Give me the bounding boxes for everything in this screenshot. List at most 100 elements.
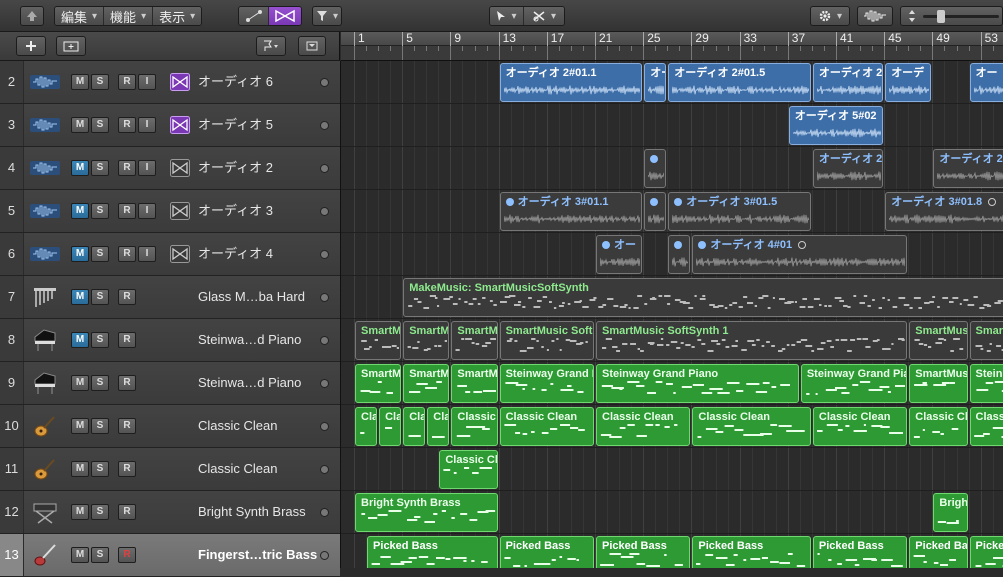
- track-lane[interactable]: [341, 104, 1003, 147]
- audio-region[interactable]: オー: [596, 235, 643, 274]
- midi-region[interactable]: Classic Clean: [812, 407, 908, 446]
- record-enable-button[interactable]: R: [118, 203, 136, 219]
- mute-button[interactable]: M: [71, 160, 89, 176]
- audio-region[interactable]: オーディオ 5#02: [788, 106, 884, 145]
- audio-region[interactable]: オーディオ 2#01.: [933, 149, 1003, 188]
- solo-button[interactable]: S: [91, 504, 109, 520]
- folder-button[interactable]: [56, 36, 86, 56]
- track-name[interactable]: Glass M…ba Hard: [198, 276, 305, 318]
- audio-region[interactable]: オーディオ 4#01: [692, 235, 908, 274]
- track-name[interactable]: オーディオ 4: [198, 233, 273, 275]
- automation-button[interactable]: [239, 7, 269, 25]
- zoom-slider-thumb[interactable]: [937, 10, 945, 23]
- track-header[interactable]: 3 M S R I オーディオ 5: [0, 104, 340, 147]
- track-name[interactable]: Bright Synth Brass: [198, 491, 306, 533]
- track-header[interactable]: 13 M S R Fingerst…tric Bass: [0, 534, 340, 577]
- secondary-tool[interactable]: [524, 7, 564, 25]
- audio-region[interactable]: オーディオ 2#01.5: [668, 63, 811, 102]
- midi-region[interactable]: Picked Ba: [909, 536, 968, 568]
- midi-region[interactable]: Cla: [379, 407, 402, 446]
- mute-button[interactable]: M: [71, 418, 89, 434]
- solo-button[interactable]: S: [91, 74, 109, 90]
- mute-button[interactable]: M: [71, 246, 89, 262]
- track-header[interactable]: 11 M S R Classic Clean: [0, 448, 340, 491]
- midi-region[interactable]: Classic Clean: [499, 407, 594, 446]
- catch-button[interactable]: [312, 6, 342, 26]
- midi-region[interactable]: Picked Bass: [499, 536, 594, 568]
- midi-region[interactable]: SmartMusic Soft: [499, 321, 594, 360]
- track-name[interactable]: オーディオ 6: [198, 61, 273, 103]
- track-dot-indicator[interactable]: [320, 78, 329, 87]
- midi-region[interactable]: Cla: [403, 407, 426, 446]
- record-enable-button[interactable]: R: [118, 332, 136, 348]
- midi-region[interactable]: Classic Cl: [909, 407, 968, 446]
- midi-region[interactable]: Steinway Grand Pian: [800, 364, 908, 403]
- track-dot-indicator[interactable]: [320, 422, 329, 431]
- midi-region[interactable]: Classic Cl: [439, 450, 498, 489]
- record-enable-button[interactable]: R: [118, 117, 136, 133]
- solo-button[interactable]: S: [91, 332, 109, 348]
- mute-button[interactable]: M: [71, 117, 89, 133]
- track-header[interactable]: 10 M S R Classic Clean: [0, 405, 340, 448]
- track-name[interactable]: オーディオ 3: [198, 190, 273, 232]
- bar-ruler[interactable]: 1 5 9 13 17 21 25 29 33 37 41 45 49 53: [341, 32, 1003, 46]
- track-name[interactable]: Classic Clean: [198, 405, 277, 447]
- audio-region[interactable]: オー: [969, 63, 1003, 102]
- midi-region[interactable]: Bright Synth Brass: [355, 493, 498, 532]
- solo-button[interactable]: S: [91, 246, 109, 262]
- midi-region[interactable]: SmartMus: [909, 364, 968, 403]
- mute-button[interactable]: M: [71, 289, 89, 305]
- track-name[interactable]: Classic Clean: [198, 448, 277, 490]
- track-dot-indicator[interactable]: [320, 379, 329, 388]
- midi-region[interactable]: MakeMusic: SmartMusicSoftSynth: [403, 278, 1003, 317]
- track-dot-indicator[interactable]: [320, 508, 329, 517]
- midi-region[interactable]: SmartM: [451, 364, 498, 403]
- audio-region[interactable]: [668, 235, 691, 274]
- record-enable-button[interactable]: R: [118, 418, 136, 434]
- audio-region[interactable]: オーデ: [885, 63, 932, 102]
- midi-region[interactable]: Steinway Grand P: [499, 364, 594, 403]
- flex-toggle-icon[interactable]: [170, 245, 190, 263]
- mute-button[interactable]: M: [71, 547, 89, 563]
- midi-region[interactable]: Steinway Grand Piano: [596, 364, 799, 403]
- audio-region[interactable]: オーディオ 3#01.5: [668, 192, 811, 231]
- audio-region[interactable]: [644, 192, 667, 231]
- flex-toggle-icon[interactable]: [170, 116, 190, 134]
- track-name[interactable]: Steinwa…d Piano: [198, 319, 301, 361]
- midi-region[interactable]: SmartM: [355, 364, 402, 403]
- record-enable-button[interactable]: R: [118, 504, 136, 520]
- track-header[interactable]: 8 M S R Steinwa…d Piano: [0, 319, 340, 362]
- settings-button[interactable]: [810, 6, 850, 26]
- midi-region[interactable]: SmartM: [403, 321, 450, 360]
- track-dot-indicator[interactable]: [320, 336, 329, 345]
- input-monitor-button[interactable]: I: [138, 203, 156, 219]
- track-header[interactable]: 12 M S R Bright Synth Brass: [0, 491, 340, 534]
- solo-button[interactable]: S: [91, 375, 109, 391]
- pointer-tool[interactable]: [490, 7, 524, 25]
- midi-region[interactable]: Picked Bass: [596, 536, 691, 568]
- record-enable-button[interactable]: R: [118, 375, 136, 391]
- solo-button[interactable]: S: [91, 117, 109, 133]
- track-lane[interactable]: [341, 147, 1003, 190]
- track-dot-indicator[interactable]: [320, 551, 329, 560]
- record-enable-button[interactable]: R: [118, 160, 136, 176]
- solo-button[interactable]: S: [91, 160, 109, 176]
- input-monitor-button[interactable]: I: [138, 117, 156, 133]
- midi-region[interactable]: SmartM: [355, 321, 402, 360]
- track-header[interactable]: 9 M S R Steinwa…d Piano: [0, 362, 340, 405]
- audio-region[interactable]: オーディオ 3#01.1: [499, 192, 643, 231]
- midi-region[interactable]: SmartMus: [909, 321, 968, 360]
- mute-button[interactable]: M: [71, 504, 89, 520]
- arrange-area[interactable]: オーディオ 2#01.1オーオーディオ 2#01.5オーディオ 2オーデオーオー…: [341, 61, 1003, 568]
- solo-button[interactable]: S: [91, 461, 109, 477]
- track-name[interactable]: オーディオ 5: [198, 104, 273, 146]
- midi-region[interactable]: SmartM: [451, 321, 498, 360]
- midi-region[interactable]: Picked Bass: [367, 536, 498, 568]
- midi-region[interactable]: Brigh: [933, 493, 968, 532]
- flex-toggle-icon[interactable]: [170, 73, 190, 91]
- solo-button[interactable]: S: [91, 203, 109, 219]
- audio-region[interactable]: オーディオ 2#01.1: [499, 63, 643, 102]
- track-name[interactable]: Fingerst…tric Bass: [198, 534, 317, 576]
- record-enable-button[interactable]: R: [118, 74, 136, 90]
- track-dot-indicator[interactable]: [320, 164, 329, 173]
